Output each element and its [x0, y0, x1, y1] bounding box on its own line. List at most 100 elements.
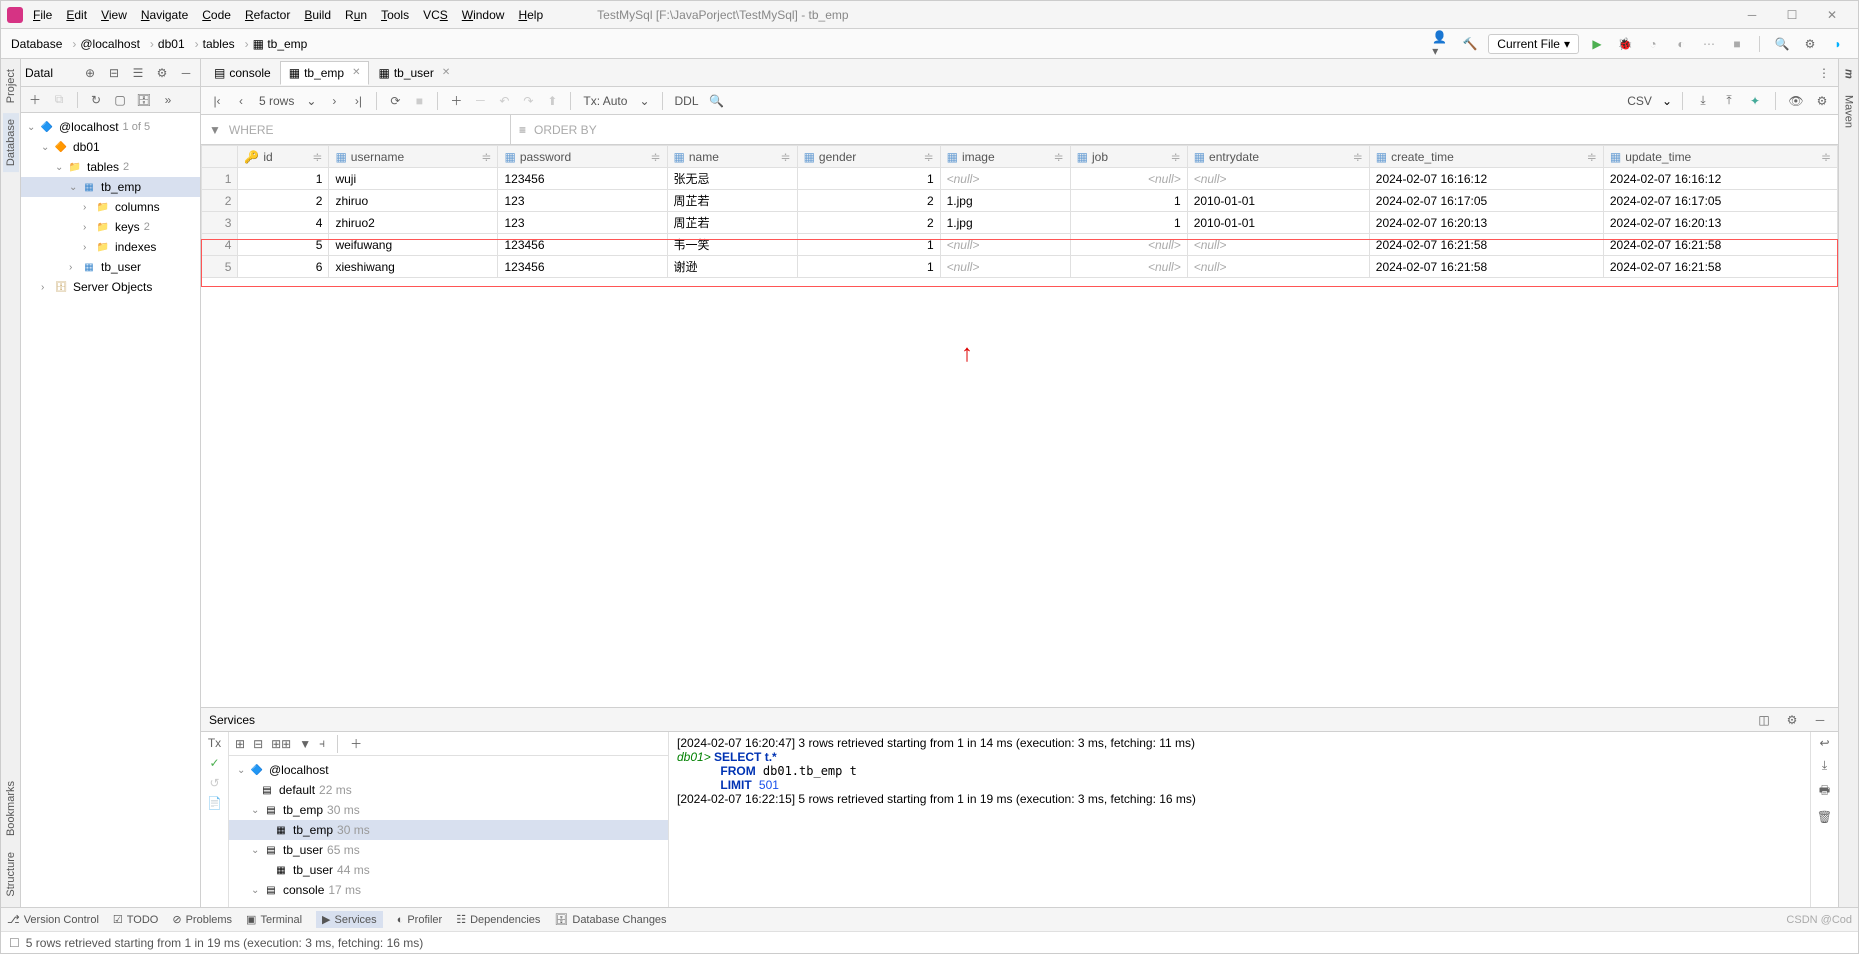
bottom-version-control[interactable]: ⎇ Version Control: [7, 913, 99, 926]
col-entrydate[interactable]: ▦entrydate≑: [1187, 146, 1369, 168]
chevron-down-icon[interactable]: ⌄: [1662, 94, 1672, 108]
minimize-button[interactable]: ─: [1732, 3, 1772, 27]
menu-window[interactable]: Window: [462, 8, 505, 22]
tab-console[interactable]: ▤console: [205, 61, 280, 85]
next-page-icon[interactable]: ›: [324, 91, 344, 111]
col-password[interactable]: ▦password≑: [498, 146, 667, 168]
first-page-icon[interactable]: |‹: [207, 91, 227, 111]
table-cell[interactable]: 2024-02-07 16:21:58: [1369, 234, 1603, 256]
table-cell[interactable]: <null>: [940, 234, 1070, 256]
collapse-icon[interactable]: ⊟: [104, 63, 124, 83]
table-cell[interactable]: 123456: [498, 168, 667, 190]
table-cell[interactable]: 3: [202, 212, 238, 234]
stree-tb-user[interactable]: ⌄▤tb_user65 ms: [229, 840, 668, 860]
close-icon[interactable]: ✕: [352, 67, 360, 78]
table-cell[interactable]: 2: [238, 190, 329, 212]
menu-refactor[interactable]: Refactor: [245, 8, 290, 22]
table-cell[interactable]: 1: [797, 256, 940, 278]
table-cell[interactable]: 2: [797, 190, 940, 212]
table-cell[interactable]: 2024-02-07 16:21:58: [1369, 256, 1603, 278]
tree-schema[interactable]: ⌄🔶db01: [21, 137, 200, 157]
table-cell[interactable]: 2: [797, 212, 940, 234]
table-cell[interactable]: 周芷若: [667, 190, 797, 212]
menu-help[interactable]: Help: [518, 8, 543, 22]
search-everywhere-icon[interactable]: 🔍: [1772, 34, 1792, 54]
table-cell[interactable]: <null>: [940, 168, 1070, 190]
tree-indexes[interactable]: ›📁indexes: [21, 237, 200, 257]
menu-file[interactable]: File: [33, 8, 52, 22]
db2-icon[interactable]: 🗄: [134, 90, 154, 110]
col-id[interactable]: 🔑id≑: [238, 146, 329, 168]
table-cell[interactable]: 2024-02-07 16:20:13: [1369, 212, 1603, 234]
debug-icon[interactable]: 🐞: [1615, 34, 1635, 54]
print-icon[interactable]: 🖶: [1819, 781, 1830, 802]
table-cell[interactable]: xieshiwang: [329, 256, 498, 278]
table-cell[interactable]: 123456: [498, 234, 667, 256]
tree-tb-emp[interactable]: ⌄▦tb_emp: [21, 177, 200, 197]
table-cell[interactable]: 周芷若: [667, 212, 797, 234]
table-cell[interactable]: 2024-02-07 16:21:58: [1603, 256, 1837, 278]
remove-row-icon[interactable]: －: [470, 91, 490, 111]
import-icon[interactable]: ⤒: [1719, 91, 1739, 111]
table-cell[interactable]: 张无忌: [667, 168, 797, 190]
search-icon[interactable]: 🔍: [707, 91, 727, 111]
stree-tb-emp-result[interactable]: ▦tb_emp30 ms: [229, 820, 668, 840]
stree-tb-user-result[interactable]: ▦tb_user44 ms: [229, 860, 668, 880]
orderby-filter[interactable]: ≡ORDER BY: [511, 115, 605, 144]
table-cell[interactable]: 2024-02-07 16:17:05: [1369, 190, 1603, 212]
table-cell[interactable]: 5: [202, 256, 238, 278]
stack-icon[interactable]: ☰: [128, 63, 148, 83]
prev-page-icon[interactable]: ‹: [231, 91, 251, 111]
rollback-icon[interactable]: ↺: [209, 776, 219, 790]
menu-run[interactable]: Run: [345, 8, 367, 22]
grid-icon[interactable]: ⊞⊞: [271, 737, 291, 751]
layout2-icon[interactable]: ⫞: [319, 736, 325, 751]
col-gender[interactable]: ▦gender≑: [797, 146, 940, 168]
table-cell[interactable]: zhiruo: [329, 190, 498, 212]
crumb-database[interactable]: Database: [11, 37, 62, 51]
stree-console[interactable]: ⌄▤console17 ms: [229, 880, 668, 900]
plus-icon[interactable]: ＋: [350, 735, 362, 752]
table-cell[interactable]: 123456: [498, 256, 667, 278]
trash-icon[interactable]: 🗑: [1817, 810, 1832, 824]
table-cell[interactable]: 1.jpg: [940, 212, 1070, 234]
menu-tools[interactable]: Tools: [381, 8, 409, 22]
stop2-icon[interactable]: ▢: [110, 90, 130, 110]
table-cell[interactable]: <null>: [1187, 256, 1369, 278]
csv-button[interactable]: CSV: [1623, 94, 1656, 108]
table-row[interactable]: 22zhiruo123周芷若21.jpg12010-01-012024-02-0…: [202, 190, 1838, 212]
table-cell[interactable]: 6: [238, 256, 329, 278]
table-row[interactable]: 45weifuwang123456韦一笑1<null><null><null>2…: [202, 234, 1838, 256]
tree-keys[interactable]: ›📁keys2: [21, 217, 200, 237]
coverage-icon[interactable]: ◔: [1643, 34, 1663, 54]
bottom-problems[interactable]: ⊘ Problems: [172, 913, 232, 926]
hide-icon[interactable]: ─: [176, 63, 196, 83]
menu-code[interactable]: Code: [202, 8, 231, 22]
tree-tb-user[interactable]: ›▦tb_user: [21, 257, 200, 277]
gear-icon[interactable]: ⚙: [152, 63, 172, 83]
dup-icon[interactable]: ⧉: [49, 90, 69, 110]
stripe-bookmarks[interactable]: Bookmarks: [3, 775, 19, 842]
table-cell[interactable]: 4: [238, 212, 329, 234]
commit-icon[interactable]: ↷: [518, 91, 538, 111]
filter-icon[interactable]: ▼: [299, 737, 311, 751]
more-icon[interactable]: »: [158, 90, 178, 110]
submit-icon[interactable]: ⬆: [542, 91, 562, 111]
table-cell[interactable]: 1: [238, 168, 329, 190]
table-cell[interactable]: 1.jpg: [940, 190, 1070, 212]
table-cell[interactable]: 谢逊: [667, 256, 797, 278]
table-cell[interactable]: wuji: [329, 168, 498, 190]
bottom-services[interactable]: ▶ Services: [316, 911, 383, 928]
hide-icon[interactable]: ─: [1810, 710, 1830, 730]
table-cell[interactable]: 1: [797, 234, 940, 256]
menu-build[interactable]: Build: [304, 8, 331, 22]
table-cell[interactable]: <null>: [1070, 256, 1187, 278]
script-icon[interactable]: 📄: [207, 796, 222, 810]
col-update-time[interactable]: ▦update_time≑: [1603, 146, 1837, 168]
refresh-icon[interactable]: ↻: [86, 90, 106, 110]
table-cell[interactable]: 4: [202, 234, 238, 256]
table-cell[interactable]: 2024-02-07 16:16:12: [1369, 168, 1603, 190]
tree-tables[interactable]: ⌄📁tables2: [21, 157, 200, 177]
run-config-select[interactable]: Current File ▾: [1488, 34, 1579, 54]
table-cell[interactable]: 1: [1070, 212, 1187, 234]
